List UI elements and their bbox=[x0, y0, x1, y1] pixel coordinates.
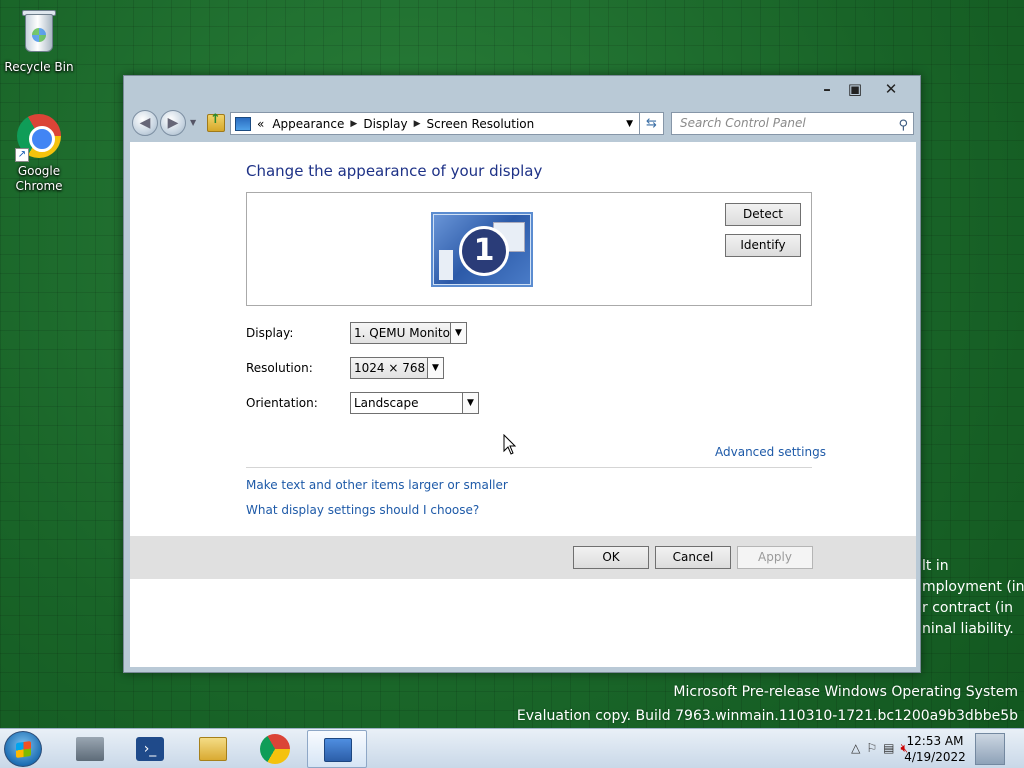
chevron-down-icon[interactable]: ▼ bbox=[427, 358, 443, 378]
chevron-down-icon[interactable]: ▼ bbox=[450, 323, 466, 343]
back-button[interactable]: ◀ bbox=[132, 110, 158, 136]
background-text-line: lt in bbox=[922, 558, 949, 574]
breadcrumb-appearance[interactable]: Appearance bbox=[272, 117, 344, 131]
chevron-down-icon[interactable]: ▼ bbox=[462, 393, 478, 413]
chrome-icon bbox=[260, 734, 290, 764]
apply-button[interactable]: Apply bbox=[737, 546, 813, 569]
cancel-button[interactable]: Cancel bbox=[655, 546, 731, 569]
background-text-line: r contract (in bbox=[922, 600, 1014, 616]
start-button[interactable] bbox=[4, 731, 42, 767]
resolution-select[interactable]: 1024 × 768 ▼ bbox=[350, 357, 444, 379]
recent-pages-dropdown[interactable]: ▼ bbox=[190, 118, 196, 127]
network-icon[interactable]: ▤ bbox=[883, 741, 900, 755]
screen-resolution-window: – ▣ ✕ ◀ ▶ ▼ « Appearance ▶ Display ▶ Scr… bbox=[123, 75, 921, 673]
chevron-right-icon[interactable]: ▶ bbox=[414, 119, 421, 129]
control-panel-icon bbox=[235, 116, 251, 131]
chrome-icon: ↗ bbox=[15, 112, 63, 162]
forward-button[interactable]: ▶ bbox=[160, 110, 186, 136]
recycle-bin-icon bbox=[15, 8, 63, 56]
search-input[interactable]: Search Control Panel ⚲ bbox=[671, 112, 914, 135]
content-pane: Change the appearance of your display 1 … bbox=[130, 142, 916, 667]
display-label: Display: bbox=[246, 326, 294, 340]
breadcrumb-display[interactable]: Display bbox=[363, 117, 407, 131]
mouse-cursor-icon bbox=[503, 434, 517, 455]
resolution-label: Resolution: bbox=[246, 361, 313, 375]
orientation-label: Orientation: bbox=[246, 396, 318, 410]
breadcrumb-overflow[interactable]: « bbox=[257, 117, 264, 131]
divider bbox=[246, 467, 812, 468]
ok-button[interactable]: OK bbox=[573, 546, 649, 569]
clock-date: 4/19/2022 bbox=[904, 750, 966, 764]
title-bar[interactable]: – ▣ ✕ bbox=[124, 76, 920, 106]
background-text: lt in mployment (in r contract (in ninal… bbox=[922, 556, 1024, 640]
button-bar: OK Cancel Apply bbox=[130, 536, 916, 579]
display-preview-area: 1 Detect Identify bbox=[246, 192, 812, 306]
detect-button[interactable]: Detect bbox=[725, 203, 801, 226]
close-button[interactable]: ✕ bbox=[876, 79, 906, 99]
action-center-flag-icon[interactable]: ⚐ bbox=[866, 741, 883, 755]
refresh-button[interactable]: ⇆ bbox=[640, 112, 664, 135]
breadcrumb-screen-resolution[interactable]: Screen Resolution bbox=[426, 117, 534, 131]
search-placeholder: Search Control Panel bbox=[680, 116, 806, 130]
control-panel-icon bbox=[324, 738, 352, 762]
taskbar: ›_ △⚐▤🔇︎ 12:53 AM 4/19/2022 bbox=[0, 728, 1024, 768]
search-icon[interactable]: ⚲ bbox=[898, 115, 908, 136]
maximize-button[interactable]: ▣ bbox=[840, 79, 870, 99]
resolution-select-value: 1024 × 768 bbox=[354, 361, 426, 375]
orientation-select[interactable]: Landscape ▼ bbox=[350, 392, 479, 414]
taskbar-clock[interactable]: 12:53 AM 4/19/2022 bbox=[900, 733, 970, 765]
powershell-icon: ›_ bbox=[136, 737, 164, 761]
chevron-right-icon[interactable]: ▶ bbox=[350, 119, 357, 129]
address-bar[interactable]: « Appearance ▶ Display ▶ Screen Resoluti… bbox=[230, 112, 640, 135]
orientation-select-value: Landscape bbox=[354, 396, 419, 410]
desktop-icon-recycle-bin[interactable]: Recycle Bin bbox=[1, 8, 77, 75]
up-folder-icon[interactable] bbox=[207, 112, 225, 132]
display-select-value: 1. QEMU Monitor bbox=[354, 326, 455, 340]
navigation-bar: ◀ ▶ ▼ « Appearance ▶ Display ▶ Screen Re… bbox=[124, 106, 920, 142]
address-dropdown-icon[interactable]: ▼ bbox=[626, 119, 633, 129]
watermark-line-2: Evaluation copy. Build 7963.winmain.1103… bbox=[516, 708, 1018, 724]
display-select[interactable]: 1. QEMU Monitor ▼ bbox=[350, 322, 467, 344]
background-text-line: mployment (in bbox=[922, 579, 1024, 595]
taskbar-file-explorer[interactable] bbox=[183, 730, 243, 768]
watermark-line-1: Microsoft Pre-release Windows Operating … bbox=[673, 684, 1018, 700]
user-avatar-icon[interactable] bbox=[975, 733, 1005, 765]
file-explorer-icon bbox=[199, 737, 227, 761]
taskbar-server-manager[interactable] bbox=[60, 730, 120, 768]
minimize-button[interactable]: – bbox=[812, 79, 842, 99]
taskbar-control-panel[interactable] bbox=[307, 730, 367, 768]
desktop-icon-google-chrome[interactable]: ↗ Google Chrome bbox=[1, 112, 77, 194]
server-manager-icon bbox=[76, 737, 104, 761]
background-text-line: ninal liability. bbox=[922, 621, 1014, 637]
taskbar-powershell[interactable]: ›_ bbox=[120, 730, 180, 768]
show-hidden-icons-icon[interactable]: △ bbox=[851, 741, 866, 755]
monitor-number: 1 bbox=[459, 226, 509, 276]
text-size-link[interactable]: Make text and other items larger or smal… bbox=[246, 478, 508, 492]
display-help-link[interactable]: What display settings should I choose? bbox=[246, 503, 479, 517]
identify-button[interactable]: Identify bbox=[725, 234, 801, 257]
taskbar-chrome[interactable] bbox=[244, 730, 304, 768]
advanced-settings-link[interactable]: Advanced settings bbox=[715, 445, 826, 459]
clock-time: 12:53 AM bbox=[906, 734, 964, 748]
desktop-icon-label: Recycle Bin bbox=[4, 60, 74, 74]
desktop-icon-label: Google Chrome bbox=[15, 164, 63, 193]
page-title: Change the appearance of your display bbox=[246, 162, 543, 180]
monitor-1-icon[interactable]: 1 bbox=[431, 212, 533, 287]
